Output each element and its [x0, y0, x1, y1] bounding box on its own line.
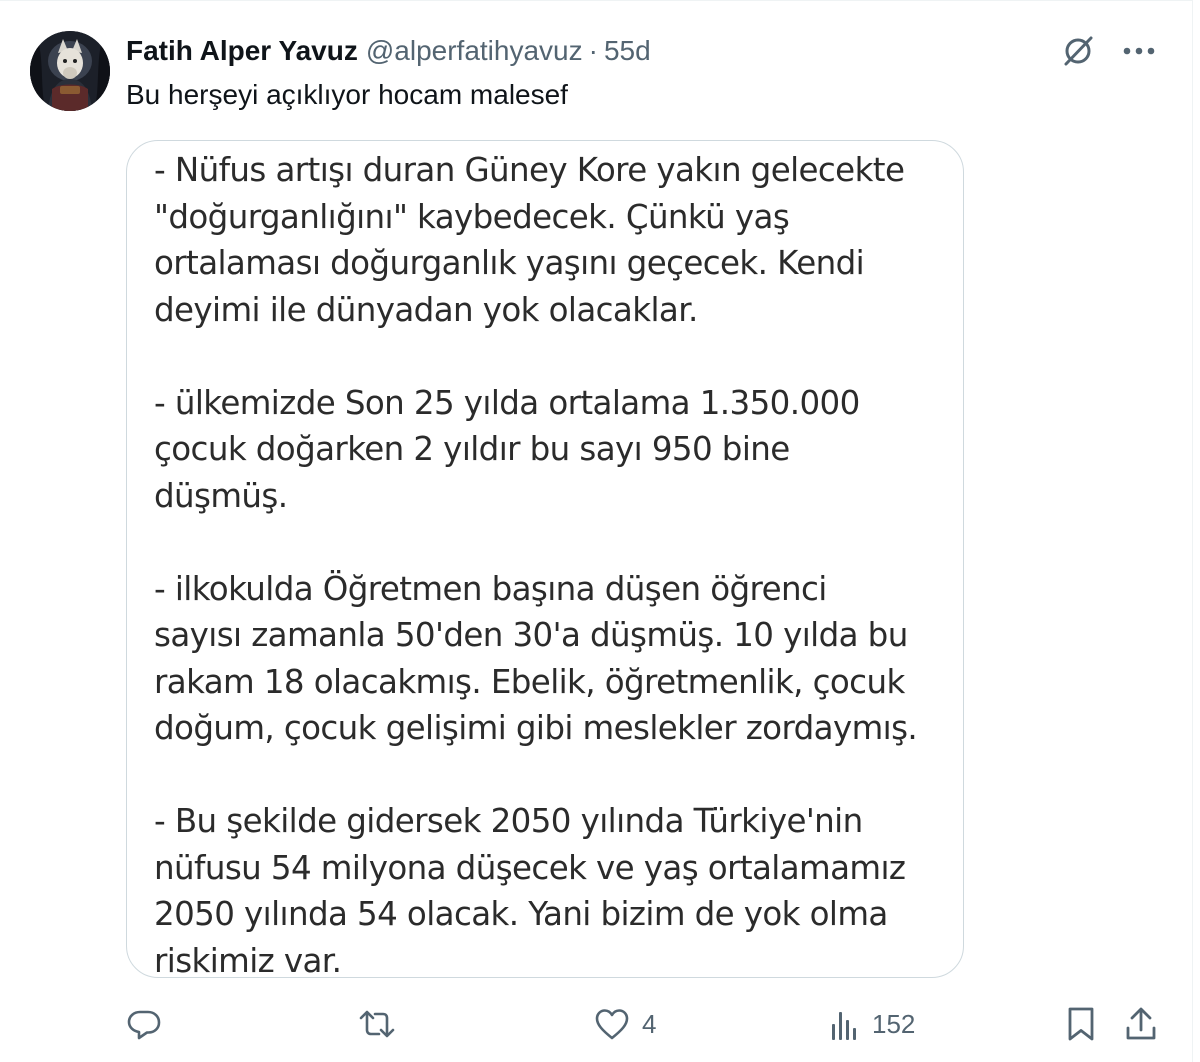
attached-image[interactable]: - Nüfus artışı duran Güney Kore yakın ge…	[126, 140, 964, 978]
share-button[interactable]	[1124, 1001, 1158, 1047]
image-paragraph: - ilkokulda Öğretmen başına düşen öğrenc…	[154, 569, 918, 748]
bookmark-button[interactable]	[1066, 1001, 1096, 1047]
user-handle[interactable]: @alperfatihyavuz	[366, 35, 583, 67]
avatar-image	[30, 31, 110, 111]
like-button[interactable]: 4	[594, 1001, 656, 1047]
avatar[interactable]	[30, 31, 110, 111]
reply-icon	[127, 1010, 161, 1040]
views-icon	[832, 1012, 856, 1040]
views-count: 152	[872, 1008, 916, 1039]
tweet-header: Fatih Alper Yavuz @alperfatihyavuz · 55d	[126, 31, 651, 71]
image-paragraph: - Bu şekilde gidersek 2050 yılında Türki…	[154, 802, 906, 978]
more-icon[interactable]	[1122, 45, 1156, 57]
tweet-text: Bu herşeyi açıklıyor hocam malesef	[126, 79, 568, 110]
image-paragraph: - Nüfus artışı duran Güney Kore yakın ge…	[154, 151, 905, 329]
retweet-button[interactable]	[358, 1001, 408, 1047]
tweet-action-bar: 4 152	[126, 1001, 1166, 1047]
separator-dot: ·	[588, 35, 598, 66]
image-text-content: - Nüfus artışı duran Güney Kore yakın ge…	[154, 147, 953, 978]
reply-button[interactable]	[126, 1001, 174, 1047]
views-button[interactable]: 152	[830, 1001, 915, 1047]
grok-icon[interactable]	[1060, 33, 1096, 69]
share-icon	[1126, 1007, 1156, 1040]
tweet-top-actions	[1060, 33, 1156, 69]
tweet[interactable]: Fatih Alper Yavuz @alperfatihyavuz · 55d…	[0, 0, 1193, 1062]
display-name[interactable]: Fatih Alper Yavuz	[126, 35, 358, 67]
tweet-timestamp[interactable]: 55d	[604, 35, 651, 67]
bookmark-icon	[1068, 1007, 1094, 1041]
retweet-icon	[359, 1010, 395, 1038]
image-paragraph: - ülkemizde Son 25 yılda ortalama 1.350.…	[154, 383, 860, 515]
heart-icon	[595, 1009, 629, 1040]
like-count: 4	[642, 1008, 657, 1039]
